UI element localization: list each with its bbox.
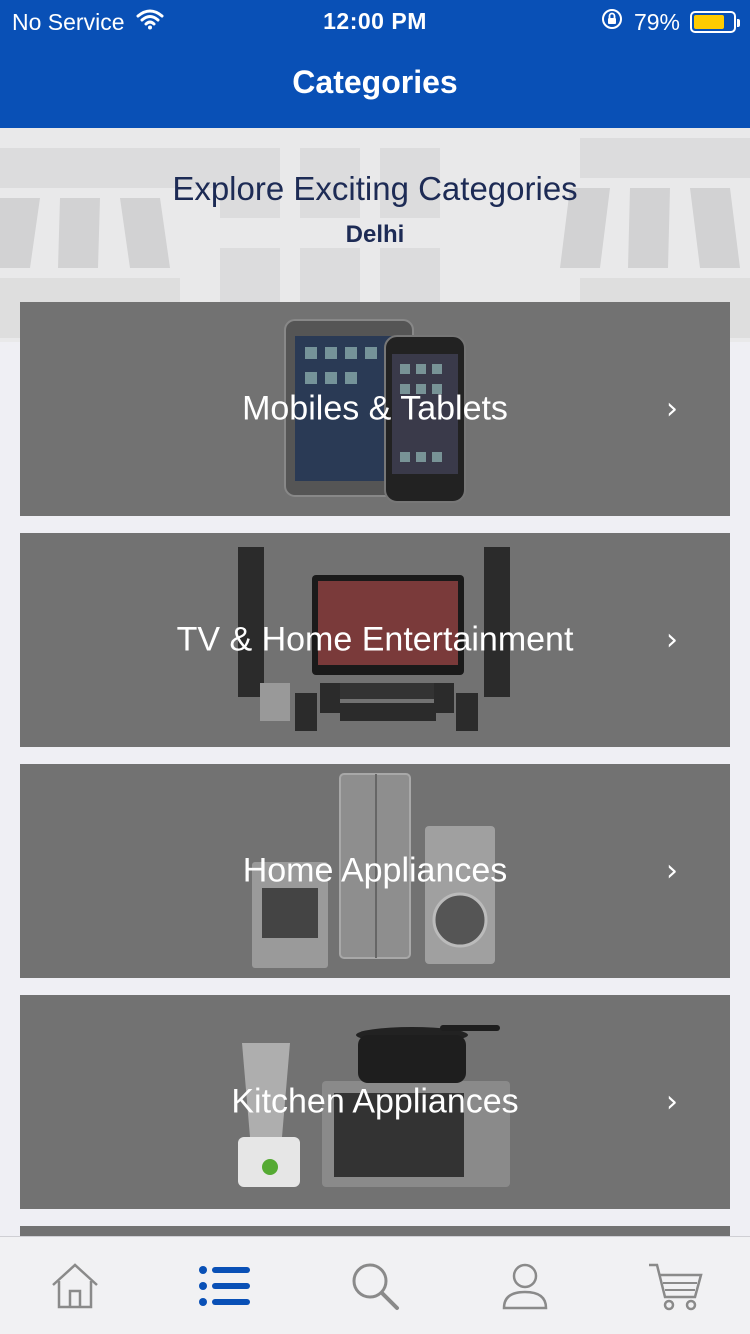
categories-list-icon [199, 1265, 250, 1306]
tab-cart[interactable] [625, 1237, 725, 1334]
battery-icon [690, 11, 740, 33]
home-icon [52, 1262, 98, 1308]
category-label: Kitchen Appliances [231, 1082, 519, 1121]
chevron-right-icon: › [666, 622, 678, 658]
top-bar: No Service 12:00 PM 79% Categories [0, 0, 750, 128]
battery-level [694, 15, 725, 29]
chevron-right-icon: › [666, 391, 678, 427]
category-label: TV & Home Entertainment [176, 620, 574, 659]
page-title: Categories [292, 64, 458, 100]
cart-icon [649, 1263, 703, 1310]
tab-search[interactable] [325, 1237, 425, 1334]
tab-categories[interactable] [175, 1237, 275, 1334]
tab-bar [0, 1236, 750, 1334]
orientation-lock-icon [600, 7, 624, 37]
category-card-kitchen-appliances[interactable]: Kitchen Appliances › [20, 995, 730, 1209]
location-label: Delhi [345, 221, 405, 248]
profile-icon [502, 1263, 548, 1309]
status-bar: No Service 12:00 PM 79% [0, 0, 750, 40]
banner-title: Explore Exciting Categories [172, 170, 578, 207]
chevron-right-icon: › [666, 1084, 678, 1120]
tab-home[interactable] [25, 1237, 125, 1334]
battery-percent: 79% [633, 8, 680, 35]
chevron-right-icon: › [666, 853, 678, 889]
category-card-home-appliances[interactable]: Home Appliances › [20, 764, 730, 978]
category-card-mobiles-tablets[interactable]: Mobiles & Tablets › [20, 302, 730, 516]
tab-profile[interactable] [475, 1237, 575, 1334]
category-card-tv-home-entertainment[interactable]: TV & Home Entertainment › [20, 533, 730, 747]
search-icon [352, 1263, 399, 1310]
status-right: 79% [600, 7, 740, 37]
app-screen: No Service 12:00 PM 79% Categories Explo… [0, 0, 750, 1334]
category-label: Home Appliances [242, 851, 508, 890]
category-label: Mobiles & Tablets [242, 389, 508, 428]
